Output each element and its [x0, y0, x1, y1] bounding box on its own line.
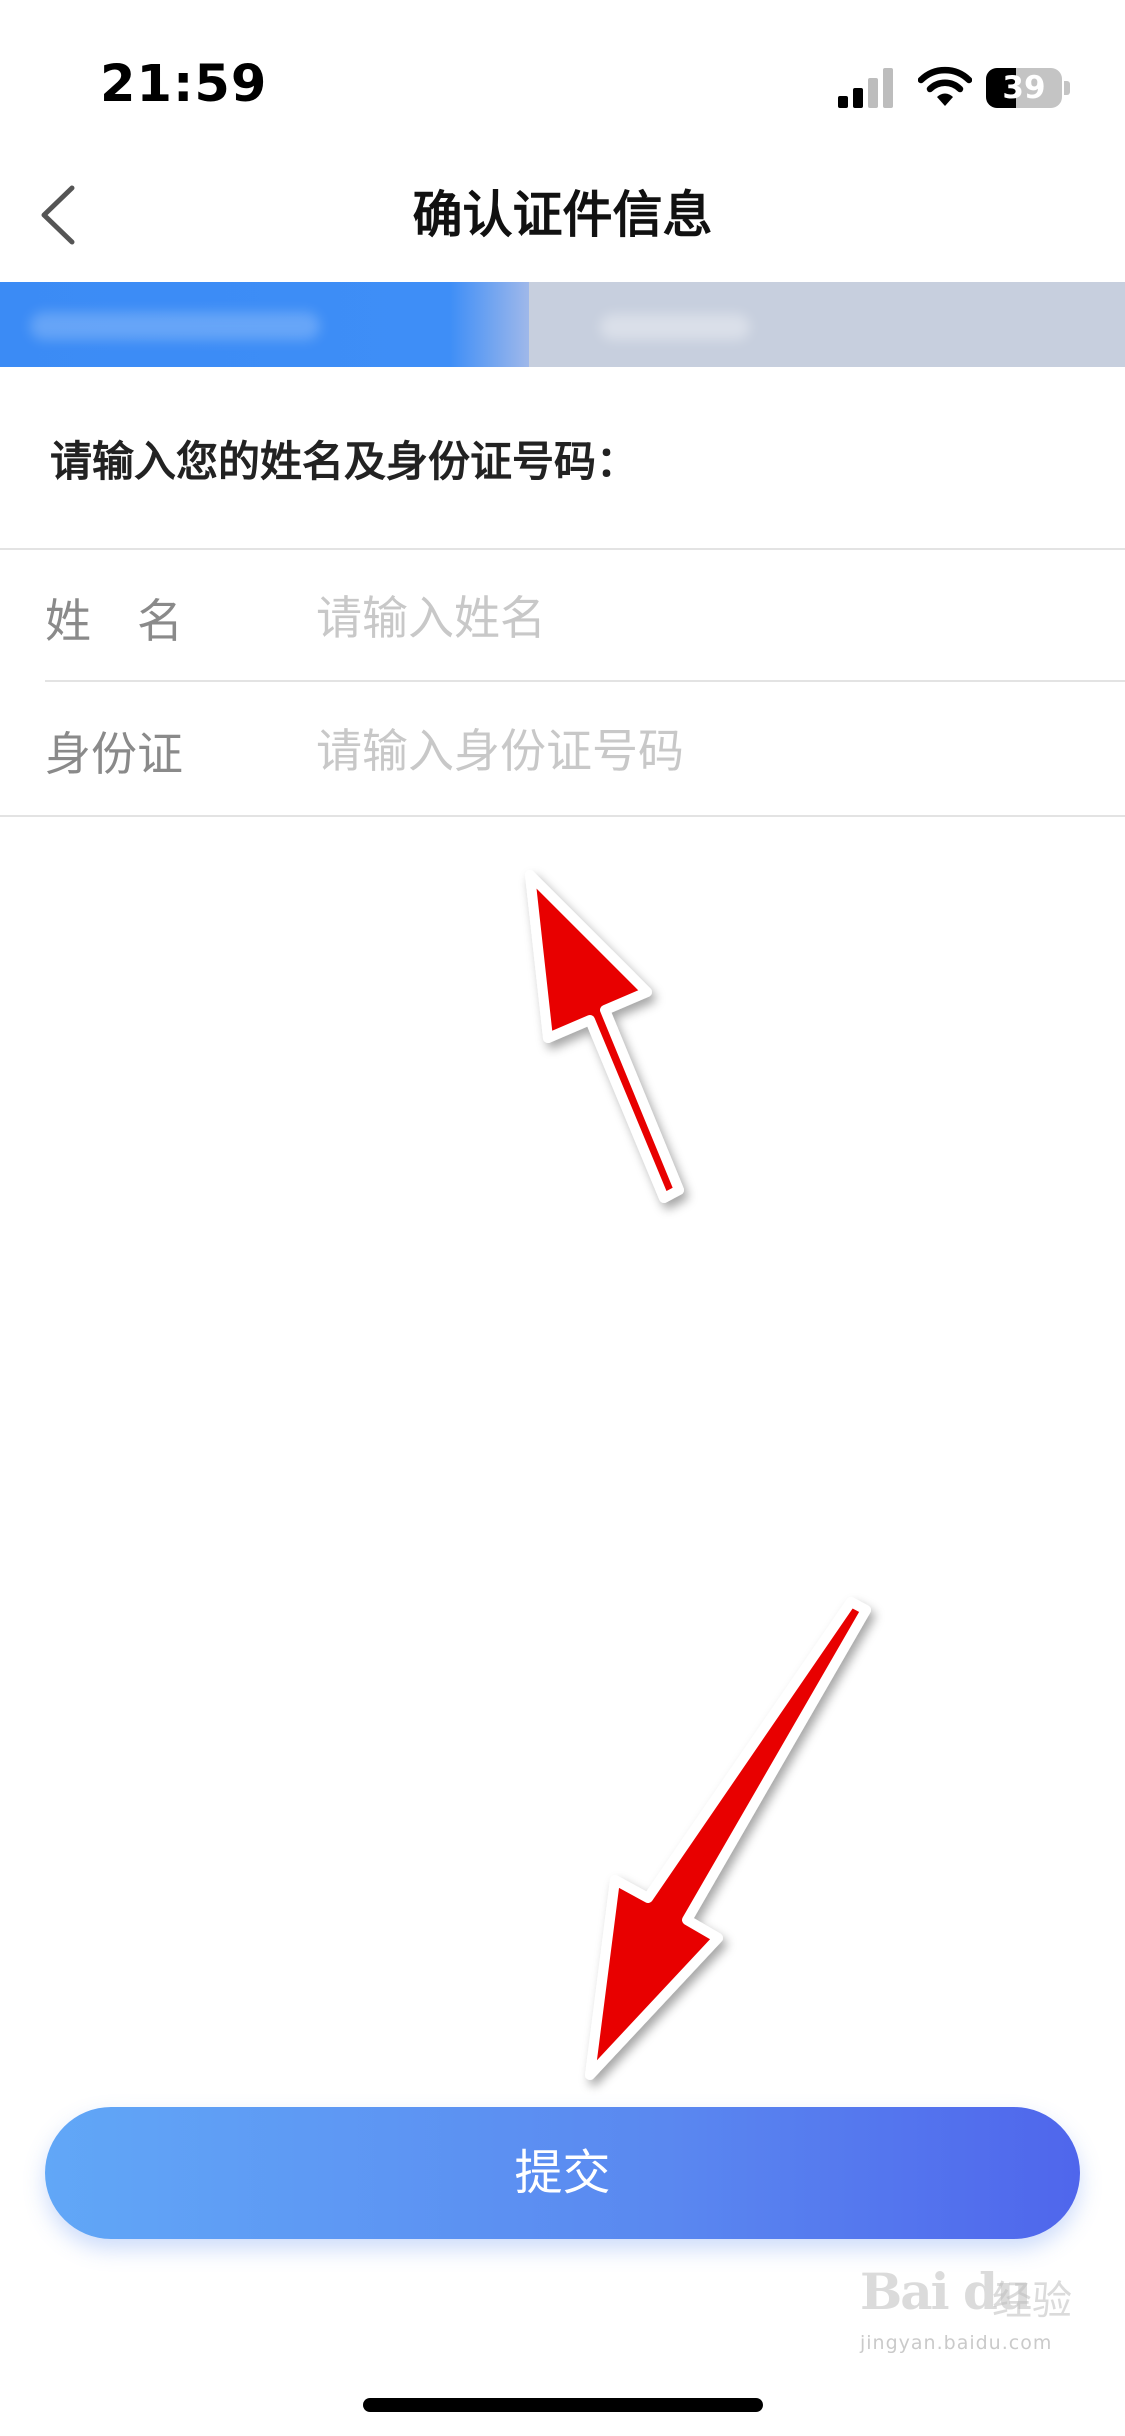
battery-icon: 39 — [986, 68, 1070, 108]
status-time: 21:59 — [100, 55, 268, 114]
divider — [45, 680, 1125, 682]
submit-button[interactable]: 提交 — [45, 2107, 1080, 2239]
baidu-jingyan-watermark: Bai du 经验 jingyan.baidu.com — [860, 2262, 1080, 2354]
watermark-text: 经验 — [992, 2278, 1072, 2324]
back-button[interactable] — [30, 180, 100, 250]
status-bar: 21:59 39 — [0, 0, 1125, 150]
form-instruction: 请输入您的姓名及身份证号码： — [50, 437, 639, 486]
progress-blurred-step-label — [600, 314, 750, 340]
id-card-label: 身份证 — [45, 727, 183, 781]
battery-nub — [1064, 81, 1070, 95]
nav-bar: 确认证件信息 — [0, 150, 1125, 280]
progress-blurred-step-label — [30, 312, 320, 340]
battery-body: 39 — [986, 68, 1062, 108]
battery-level: 39 — [1002, 70, 1046, 106]
arrow-to-submit-button — [585, 1597, 871, 2080]
divider — [0, 548, 1125, 550]
progress-bar — [0, 282, 1125, 367]
name-input[interactable] — [316, 578, 1076, 658]
cellular-signal-icon — [838, 68, 893, 108]
arrow-to-form-fields — [525, 870, 684, 1203]
wifi-icon — [918, 66, 972, 106]
page-title: 确认证件信息 — [412, 186, 713, 244]
name-label: 姓 名 — [45, 594, 183, 648]
watermark-url: jingyan.baidu.com — [860, 2332, 1053, 2354]
home-indicator — [363, 2398, 763, 2412]
id-card-input[interactable] — [316, 711, 1076, 791]
divider — [0, 815, 1125, 817]
chevron-left-icon — [41, 185, 75, 245]
